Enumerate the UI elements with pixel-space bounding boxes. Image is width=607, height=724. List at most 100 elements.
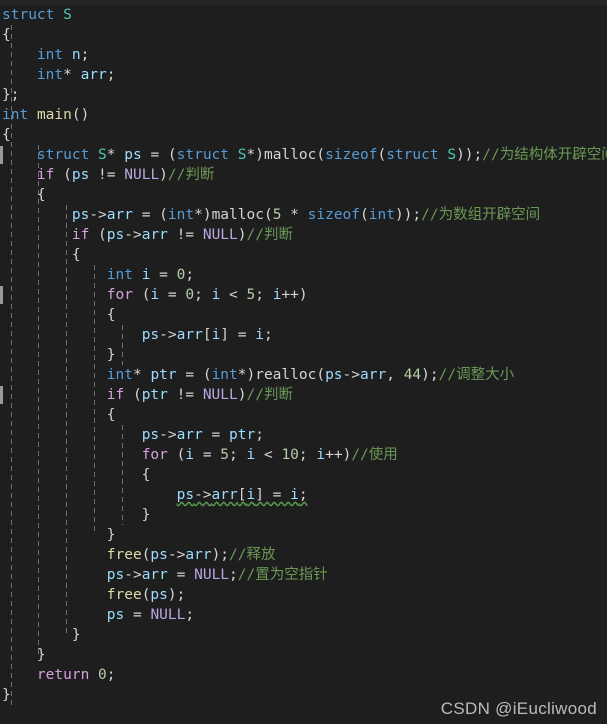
code-line-16[interactable]: { xyxy=(0,305,607,325)
code-line-31[interactable]: ps = NULL; xyxy=(0,605,607,625)
token-pl: ); xyxy=(211,547,230,563)
csdn-watermark: CSDN @iEucliwood xyxy=(440,699,597,718)
token-pl: { xyxy=(2,27,11,43)
code-line-11[interactable]: ps->arr = (int*)malloc(5 * sizeof(int));… xyxy=(0,205,607,225)
token-kw: int xyxy=(211,367,238,383)
code-line-32[interactable]: } xyxy=(0,625,607,645)
token-var: arr xyxy=(141,567,168,583)
code-line-28[interactable]: free(ps->arr);//释放 xyxy=(0,545,607,565)
token-pl: ; xyxy=(185,267,195,283)
code-line-26[interactable]: } xyxy=(0,505,607,525)
token-cmt: //为数组开辟空间 xyxy=(421,207,541,223)
token-var: i xyxy=(246,487,256,503)
token-ctl: if xyxy=(36,167,55,183)
token-var: arr xyxy=(211,487,238,503)
code-line-12[interactable]: if (ps->arr != NULL)//判断 xyxy=(0,225,607,245)
token-cmt: //调整大小 xyxy=(438,367,515,383)
token-num: 5 xyxy=(220,447,230,463)
code-line-text: struct S* ps = (struct S*)malloc(sizeof(… xyxy=(0,145,607,165)
token-pl: ; xyxy=(229,567,238,583)
code-line-34[interactable]: return 0; xyxy=(0,665,607,685)
code-line-33[interactable]: } xyxy=(0,645,607,665)
code-line-19[interactable]: int* ptr = (int*)realloc(ps->arr, 44);//… xyxy=(0,365,607,385)
code-line-20[interactable]: if (ptr != NULL)//判断 xyxy=(0,385,607,405)
token-var: ps xyxy=(106,567,125,583)
token-fn: main xyxy=(36,107,72,123)
token-type: S xyxy=(63,7,72,23)
code-line-30[interactable]: free(ps); xyxy=(0,585,607,605)
code-line-17[interactable]: ps->arr[i] = i; xyxy=(0,325,607,345)
token-pl: ; xyxy=(263,327,273,343)
token-pl: { xyxy=(2,307,116,323)
token-pl: } xyxy=(2,687,11,703)
token-num: 10 xyxy=(281,447,299,463)
code-line-2[interactable]: { xyxy=(0,25,607,45)
token-num: 44 xyxy=(403,367,422,383)
code-line-23[interactable]: for (i = 5; i < 10; i++)//使用 xyxy=(0,445,607,465)
token-pl: * xyxy=(132,367,151,383)
token-kw: int xyxy=(167,207,195,223)
code-line-10[interactable]: { xyxy=(0,185,607,205)
token-ctl: for xyxy=(141,447,168,463)
token-kw: sizeof xyxy=(325,147,378,163)
token-pl: { xyxy=(2,467,151,483)
token-var: i xyxy=(211,327,221,343)
code-line-22[interactable]: ps->arr = ptr; xyxy=(0,425,607,445)
code-editor[interactable]: struct S{ int n; int* arr;}; int main(){ … xyxy=(0,0,607,724)
code-line-7[interactable]: { xyxy=(0,125,607,145)
code-line-18[interactable]: } xyxy=(0,345,607,365)
token-var: i xyxy=(246,447,256,463)
token-var: i xyxy=(316,447,326,463)
token-var: ps xyxy=(141,427,160,443)
token-num: 0 xyxy=(185,287,195,303)
token-pl: * xyxy=(63,67,81,83)
code-line-24[interactable]: { xyxy=(0,465,607,485)
token-pl: ] = xyxy=(255,487,291,503)
code-line-14[interactable]: int i = 0; xyxy=(0,265,607,285)
token-kw: struct xyxy=(176,147,230,163)
token-cmt: //使用 xyxy=(351,447,398,463)
token-mac: NULL xyxy=(202,227,238,243)
code-line-text: { xyxy=(0,405,116,425)
token-fn: free xyxy=(106,547,142,563)
token-pl: ++) xyxy=(325,447,352,463)
code-line-13[interactable]: { xyxy=(0,245,607,265)
token-cmt: //判断 xyxy=(246,387,293,403)
code-line-5[interactable]: }; xyxy=(0,85,607,105)
code-line-27[interactable]: } xyxy=(0,525,607,545)
code-line-1[interactable]: struct S xyxy=(0,5,607,25)
code-line-3[interactable]: int n; xyxy=(0,45,607,65)
code-line-4[interactable]: int* arr; xyxy=(0,65,607,85)
token-pl: -> xyxy=(194,487,212,503)
code-line-6[interactable]: int main() xyxy=(0,105,607,125)
code-content[interactable]: struct S{ int n; int* arr;}; int main(){ … xyxy=(0,5,607,705)
token-pl: ( xyxy=(89,227,107,243)
code-line-text: ps = NULL; xyxy=(0,605,194,625)
code-line-text: { xyxy=(0,245,81,265)
code-line-25[interactable]: ps->arr[i] = i; xyxy=(0,485,607,505)
code-line-text: { xyxy=(0,465,151,485)
token-pl: < xyxy=(255,447,282,463)
token-var: arr xyxy=(80,67,107,83)
token-pl: ) xyxy=(159,167,168,183)
token-num: 0 xyxy=(98,667,107,683)
token-pl: -> xyxy=(124,567,142,583)
token-pl: ( xyxy=(377,147,387,163)
code-line-21[interactable]: { xyxy=(0,405,607,425)
code-line-15[interactable]: for (i = 0; i < 5; i++) xyxy=(0,285,607,305)
code-line-8[interactable]: struct S* ps = (struct S*)malloc(sizeof(… xyxy=(0,145,607,165)
token-var: arr xyxy=(185,547,212,563)
code-line-9[interactable]: if (ps != NULL)//判断 xyxy=(0,165,607,185)
code-line-text: ps->arr = (int*)malloc(5 * sizeof(int));… xyxy=(0,205,540,225)
token-pl: * xyxy=(106,147,125,163)
code-line-29[interactable]: ps->arr = NULL;//置为空指针 xyxy=(0,565,607,585)
